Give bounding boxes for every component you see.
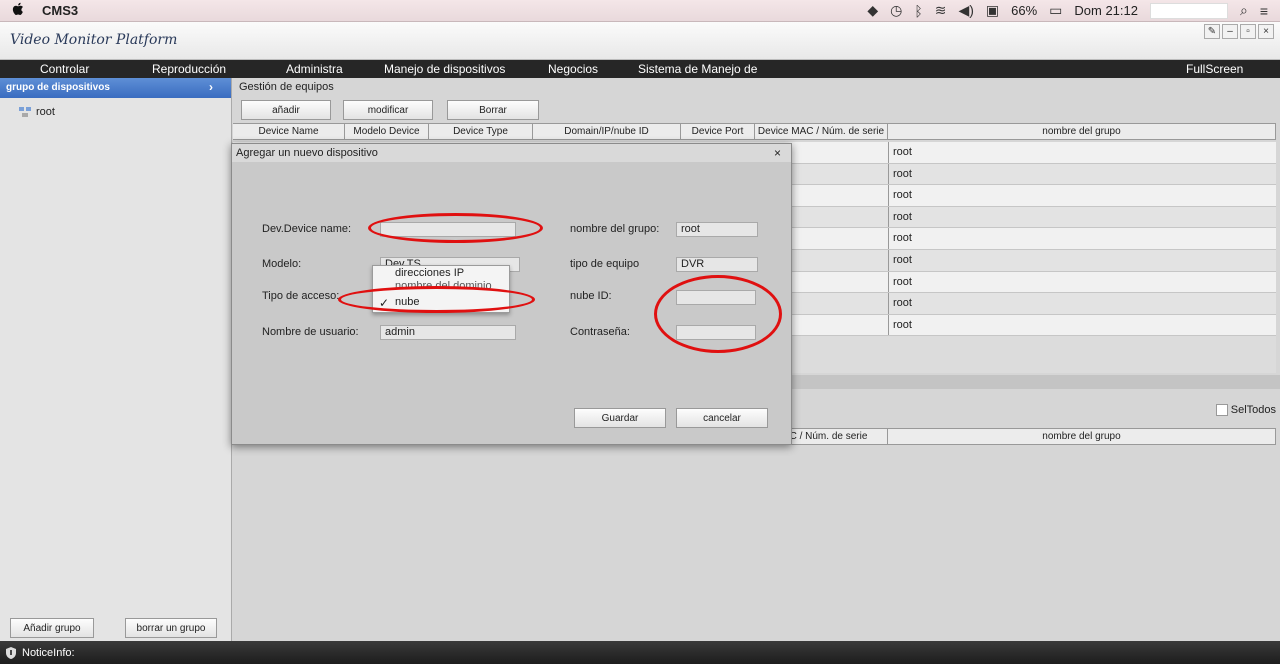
nav-sistema-manejo[interactable]: Sistema de Manejo de <box>638 62 757 76</box>
device-type-select[interactable]: DVR <box>676 257 758 272</box>
col-device-name[interactable]: Device Name <box>233 124 345 139</box>
delete-group-button[interactable]: borrar un grupo <box>125 618 217 638</box>
nav-negocios[interactable]: Negocios <box>548 62 598 76</box>
nube-id-label: nube ID: <box>570 290 612 302</box>
nav-reproduccion[interactable]: Reproducción <box>152 62 226 76</box>
input-source-icon[interactable]: ▣ <box>986 2 999 19</box>
battery-percent: 66% <box>1011 3 1038 18</box>
add-device-button[interactable]: añadir <box>241 100 331 120</box>
nube-id-field[interactable] <box>676 290 756 305</box>
group-cell: root <box>888 206 1276 228</box>
nav-controlar[interactable]: Controlar <box>40 62 89 76</box>
user-field[interactable] <box>1149 2 1228 19</box>
group-cell: root <box>888 314 1276 336</box>
col-device-mac[interactable]: Device MAC / Núm. de serie <box>755 124 888 139</box>
select-all-checkbox[interactable] <box>1215 404 1228 416</box>
chevron-right-icon[interactable]: › <box>209 80 213 94</box>
device-type-label: tipo de equipo <box>570 258 640 270</box>
volume-icon[interactable]: ◀) <box>958 2 973 19</box>
group-cell: root <box>888 185 1276 206</box>
password-label: Contraseña: <box>570 326 630 338</box>
col-device-type[interactable]: Device Type <box>429 124 533 139</box>
clock[interactable]: Dom 21:12 <box>1074 3 1138 18</box>
app-title: Video Monitor Platform <box>10 32 178 48</box>
group-cell: root <box>888 249 1276 271</box>
group-cell: root <box>888 163 1276 185</box>
close-icon[interactable]: × <box>774 146 781 160</box>
cancel-button[interactable]: cancelar <box>676 408 768 428</box>
username-field[interactable]: admin <box>380 325 516 340</box>
wifi-icon[interactable]: ≋ <box>935 2 947 19</box>
nav-manejo-dispositivos[interactable]: Manejo de dispositivos <box>384 62 505 76</box>
option-ip[interactable]: direcciones IP <box>395 267 464 279</box>
apple-icon[interactable] <box>12 2 32 20</box>
spotlight-icon[interactable]: ⌕ <box>1240 2 1248 19</box>
info-shield-icon <box>6 646 16 659</box>
group-cell: root <box>888 293 1276 314</box>
save-button[interactable]: Guardar <box>574 408 666 428</box>
tree-item-label: root <box>36 106 55 118</box>
password-field[interactable] <box>676 325 756 340</box>
username-label: Nombre de usuario: <box>262 326 359 338</box>
battery-icon[interactable]: ▭ <box>1049 2 1062 19</box>
device-group-icon <box>19 107 31 117</box>
col-domain-ip[interactable]: Domain/IP/nube ID <box>533 124 681 139</box>
notification-center-icon[interactable]: ≡ <box>1260 3 1268 19</box>
delete-device-button[interactable]: Borrar <box>447 100 539 120</box>
checkmark-icon: ✓ <box>379 296 390 310</box>
status-area: ◆ ◷ ᛒ ≋ ◀) ▣ 66% ▭ Dom 21:12 ⌕ ≡ <box>867 2 1280 19</box>
app-menu-name[interactable]: CMS3 <box>42 3 78 18</box>
sidebar-header[interactable]: grupo de dispositivos › <box>0 78 231 98</box>
vpn-icon[interactable]: ◆ <box>867 2 878 19</box>
sidebar-header-label: grupo de dispositivos <box>6 82 110 93</box>
group-cell: root <box>888 142 1276 163</box>
dialog-title: Agregar un nuevo dispositivo <box>236 147 378 159</box>
lower-table-body <box>233 446 1276 641</box>
option-domain[interactable]: nombre del dominio <box>395 280 492 292</box>
settings-icon[interactable]: ✎ <box>1204 24 1220 39</box>
modify-device-button[interactable]: modificar <box>343 100 433 120</box>
nav-administra[interactable]: Administra <box>286 62 343 76</box>
access-type-label: Tipo de acceso: <box>262 290 340 302</box>
select-all-toggle[interactable]: SelTodos <box>1215 404 1276 416</box>
col-group-name[interactable]: nombre del grupo <box>888 124 1276 139</box>
add-group-button[interactable]: Añadir grupo <box>10 618 94 638</box>
window-controls: ✎ – ▫ × <box>1204 24 1274 39</box>
option-nube[interactable]: nube <box>395 296 419 308</box>
main-nav: Controlar Reproducción Administra Manejo… <box>0 60 1280 78</box>
notice-label: NoticeInfo: <box>22 646 75 659</box>
model-label: Modelo: <box>262 258 302 270</box>
group-name-label: nombre del grupo: <box>570 223 660 235</box>
group-cell: root <box>888 228 1276 249</box>
section-title: Gestión de equipos <box>239 81 334 93</box>
device-name-label: Dev.Device name: <box>262 223 352 235</box>
bluetooth-icon[interactable]: ᛒ <box>914 3 922 19</box>
col-device-port[interactable]: Device Port <box>681 124 755 139</box>
group-cell: root <box>888 271 1276 293</box>
add-device-dialog: Agregar un nuevo dispositivo × Dev.Devic… <box>231 143 792 445</box>
minimize-icon[interactable]: – <box>1222 24 1238 39</box>
restore-icon[interactable]: ▫ <box>1240 24 1256 39</box>
app-titlebar: Video Monitor Platform ✎ – ▫ × <box>0 22 1280 60</box>
table-header: Device Name Modelo Device Device Type Do… <box>233 123 1276 140</box>
col-lower-group-name[interactable]: nombre del grupo <box>888 429 1276 444</box>
time-machine-icon[interactable]: ◷ <box>890 2 902 19</box>
tree-item-root[interactable]: root <box>18 106 231 118</box>
col-modelo-device[interactable]: Modelo Device <box>345 124 429 139</box>
fullscreen-button[interactable]: FullScreen <box>1186 62 1243 76</box>
system-menubar: CMS3 ◆ ◷ ᛒ ≋ ◀) ▣ 66% ▭ Dom 21:12 ⌕ ≡ <box>0 0 1280 22</box>
device-name-field[interactable] <box>380 222 516 237</box>
select-all-label: SelTodos <box>1230 404 1276 416</box>
close-window-icon[interactable]: × <box>1258 24 1274 39</box>
notice-bar: NoticeInfo: <box>0 641 1280 664</box>
device-group-sidebar: grupo de dispositivos › root Añadir grup… <box>0 78 232 641</box>
device-table: Device Name Modelo Device Device Type Do… <box>233 123 1276 140</box>
group-name-field[interactable]: root <box>676 222 758 237</box>
access-type-dropdown[interactable]: direcciones IP nombre del dominio ✓ nube <box>372 265 510 313</box>
